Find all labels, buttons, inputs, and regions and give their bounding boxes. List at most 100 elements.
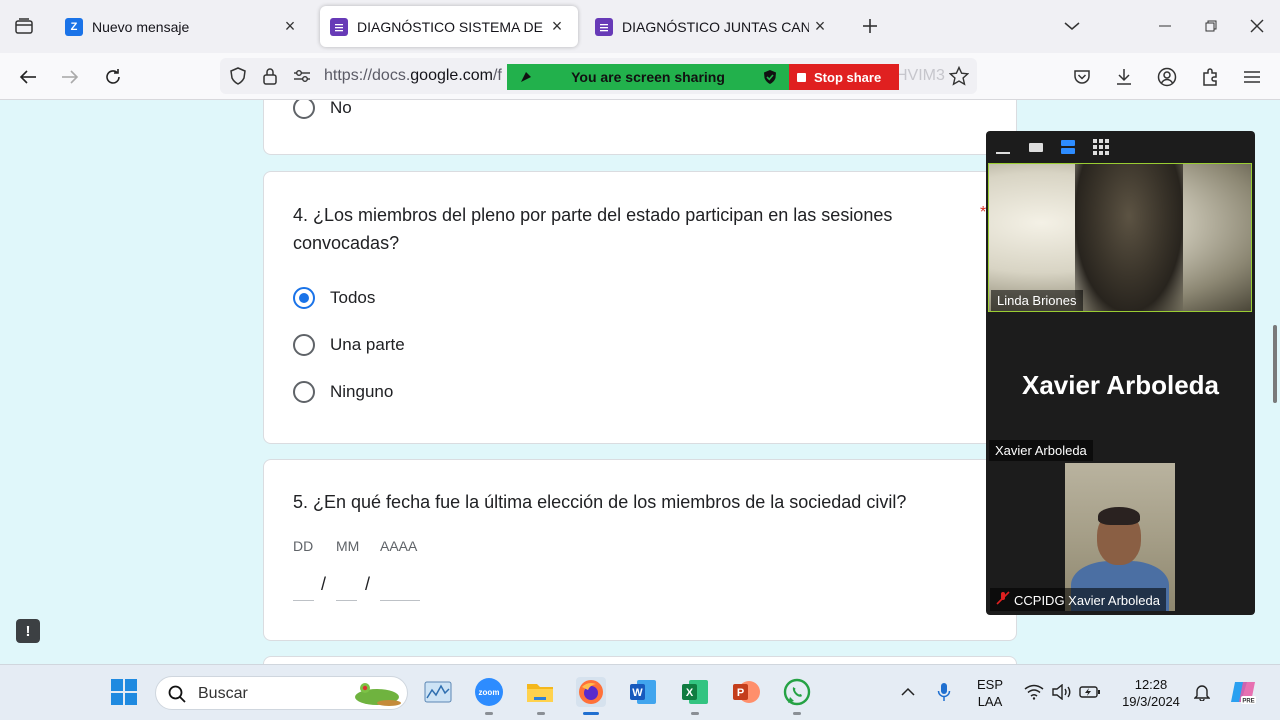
whatsapp-icon[interactable]: [782, 677, 812, 707]
option-todos[interactable]: Todos: [293, 287, 375, 309]
svg-text:X: X: [686, 687, 694, 699]
notifications-bell-icon[interactable]: [1187, 677, 1217, 707]
option-no[interactable]: No: [293, 100, 352, 119]
minimize-icon[interactable]: [1150, 12, 1180, 40]
copilot-icon[interactable]: PRE: [1228, 677, 1258, 707]
tab-title: DIAGNÓSTICO SISTEMA DE PRO: [357, 18, 546, 35]
powerpoint-icon[interactable]: P: [731, 677, 761, 707]
close-window-icon[interactable]: [1242, 12, 1272, 40]
account-icon[interactable]: [1151, 61, 1183, 93]
bookmark-star-icon[interactable]: [949, 66, 969, 86]
participant-hair: [1098, 507, 1140, 525]
participant-video-feed: [1075, 164, 1183, 311]
keyboard-layout: LAA: [977, 694, 1003, 709]
language-code: ESP: [976, 677, 1003, 692]
forward-arrow-icon[interactable]: [54, 61, 86, 93]
radio-button[interactable]: [293, 381, 315, 403]
clock-time: 12:28: [1134, 677, 1168, 692]
microphone-in-use-icon[interactable]: [929, 677, 959, 707]
close-tab-icon[interactable]: ×: [809, 16, 831, 38]
svg-text:P: P: [737, 687, 744, 699]
tracking-protection-shield-icon[interactable]: [228, 66, 248, 86]
battery-charging-icon[interactable]: [1075, 677, 1105, 707]
clock[interactable]: 12:28 19/3/2024: [1114, 676, 1188, 710]
tab-overflow-chevron-icon[interactable]: [1057, 12, 1087, 40]
clock-date: 19/3/2024: [1122, 694, 1180, 709]
stocks-widget-icon[interactable]: [423, 677, 453, 707]
month-input[interactable]: [336, 600, 357, 601]
extensions-icon[interactable]: [1194, 61, 1226, 93]
downloads-icon[interactable]: [1108, 61, 1140, 93]
url-tail: HVIM3: [896, 67, 945, 84]
option-label: Una parte: [330, 335, 405, 354]
option-label: No: [330, 100, 352, 117]
radio-button[interactable]: [293, 100, 315, 119]
option-label: Ninguno: [330, 382, 394, 401]
close-tab-icon[interactable]: ×: [546, 16, 568, 38]
back-arrow-icon[interactable]: [12, 61, 44, 93]
day-input[interactable]: [293, 600, 314, 601]
word-icon[interactable]: W: [628, 677, 658, 707]
option-una-parte[interactable]: Una parte: [293, 334, 405, 356]
screen-sharing-banner[interactable]: You are screen sharing: [507, 64, 789, 90]
search-placeholder: Buscar: [198, 685, 248, 702]
stop-share-label: Stop share: [814, 69, 882, 85]
zoom-app-icon[interactable]: zoom: [474, 677, 504, 707]
svg-text:PRE: PRE: [1242, 699, 1254, 705]
question-card-6: [263, 656, 1017, 664]
close-tab-icon[interactable]: ×: [279, 16, 301, 38]
option-ninguno[interactable]: Ninguno: [293, 381, 393, 403]
menu-hamburger-icon[interactable]: [1236, 61, 1268, 93]
input-language-indicator[interactable]: ESP LAA: [970, 676, 1010, 710]
frog-search-highlight-icon: [351, 679, 407, 714]
question-card-5: 5. ¿En qué fecha fue la última elección …: [263, 459, 1017, 641]
reload-icon[interactable]: [97, 61, 129, 93]
question-card-3: No: [263, 100, 1017, 155]
tab-title: Nuevo mensaje: [92, 18, 190, 35]
url-path: /f: [492, 67, 502, 84]
excel-icon[interactable]: X: [680, 677, 710, 707]
firefox-icon[interactable]: [576, 677, 606, 707]
participant-name-label: CCPIDG Xavier Arboleda: [1014, 593, 1160, 608]
grid-view-icon[interactable]: [1092, 139, 1110, 155]
active-app-indicator: [583, 712, 599, 715]
tab-nuevo-mensaje[interactable]: Z Nuevo mensaje ×: [55, 6, 311, 47]
shield-check-icon: [763, 69, 777, 85]
date-separator: /: [321, 574, 327, 594]
tab-diagnostico-juntas[interactable]: DIAGNÓSTICO JUNTAS CANTON ×: [585, 6, 841, 47]
year-input[interactable]: [380, 600, 420, 601]
radio-button[interactable]: [293, 334, 315, 356]
scrollbar-thumb[interactable]: [1273, 325, 1277, 403]
taskbar-search-box[interactable]: Buscar: [155, 676, 408, 710]
zoom-view-toolbar: [986, 131, 1255, 163]
participant-display-name: Xavier Arboleda: [1021, 370, 1219, 400]
search-icon: [168, 685, 186, 708]
stop-share-button[interactable]: Stop share: [789, 64, 899, 90]
minimize-video-icon[interactable]: [995, 139, 1011, 155]
zoom-video-panel[interactable]: Linda Briones Xavier Arboleda Xavier Arb…: [986, 131, 1255, 615]
lock-icon[interactable]: [260, 66, 280, 86]
participant-tile-xavier-arboleda[interactable]: Xavier Arboleda Xavier Arboleda: [986, 312, 1255, 462]
gallery-strip-view-icon[interactable]: [1060, 139, 1076, 155]
tab-diagnostico-sistema[interactable]: DIAGNÓSTICO SISTEMA DE PRO ×: [320, 6, 578, 47]
participant-name-tag: CCPIDG Xavier Arboleda: [990, 588, 1166, 611]
windows-start-icon[interactable]: [109, 677, 139, 707]
month-label: MM: [336, 538, 360, 554]
url-host: google.com: [410, 67, 493, 84]
new-tab-icon[interactable]: [856, 12, 884, 40]
restore-icon[interactable]: [1196, 12, 1226, 40]
volume-icon[interactable]: [1047, 677, 1077, 707]
pocket-icon[interactable]: [1066, 61, 1098, 93]
question-card-4: 4. ¿Los miembros del pleno por parte del…: [263, 171, 1017, 444]
file-explorer-icon[interactable]: [525, 677, 555, 707]
radio-button-checked[interactable]: [293, 287, 315, 309]
show-hidden-icons-chevron-icon[interactable]: [893, 677, 923, 707]
list-all-tabs-icon[interactable]: [8, 10, 40, 42]
drag-handle-icon[interactable]: [519, 70, 533, 84]
wifi-icon[interactable]: [1019, 677, 1049, 707]
permissions-icon[interactable]: [292, 66, 312, 86]
participant-name-label: Xavier Arboleda: [989, 440, 1093, 461]
active-speaker-view-icon[interactable]: [1028, 139, 1044, 155]
participant-video-linda-briones[interactable]: Linda Briones: [988, 163, 1252, 312]
report-feedback-icon[interactable]: !: [16, 619, 40, 643]
